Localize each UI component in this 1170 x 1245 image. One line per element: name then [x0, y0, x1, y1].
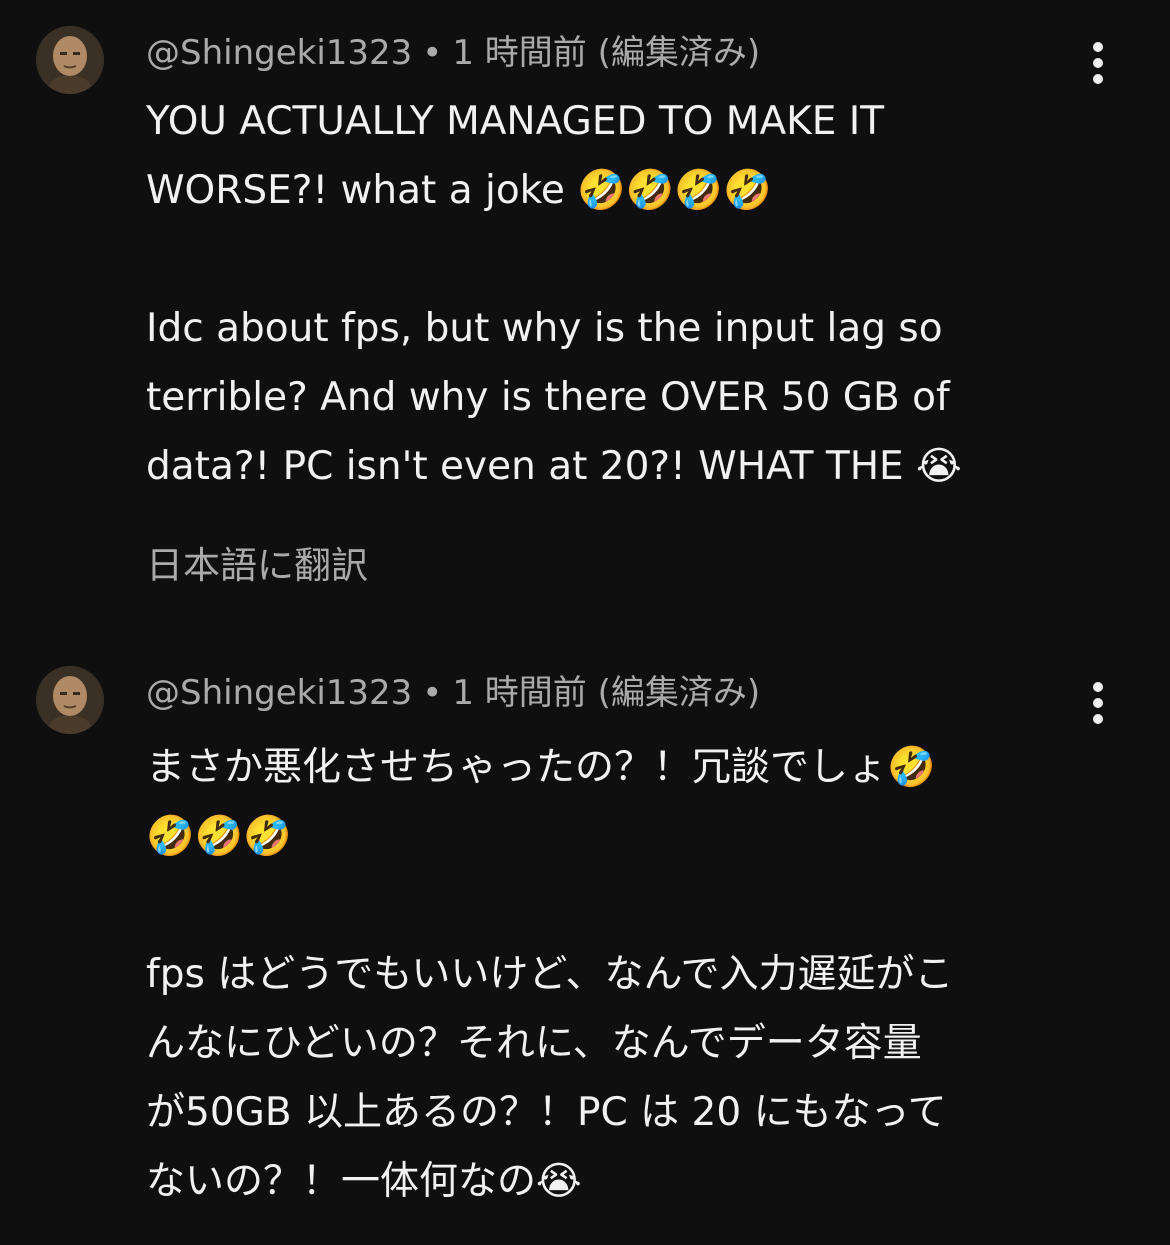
more-vert-icon[interactable] [1070, 676, 1126, 732]
comment-line: terrible? And why is there OVER 50 GB of [146, 375, 950, 420]
comment-text: YOU ACTUALLY MANAGED TO MAKE IT WORSE?! … [146, 87, 1106, 501]
translate-link[interactable]: 日本語に翻訳 [146, 536, 368, 596]
comment-line: YOU ACTUALLY MANAGED TO MAKE IT [146, 99, 885, 144]
meta-separator: • [422, 33, 443, 73]
author-handle[interactable]: @Shingeki1323 [146, 673, 412, 713]
comment-line: が50GB 以上あるの？！PC は 20 にもなって [146, 1090, 947, 1135]
comment-text: まさか悪化させちゃったの？！冗談でしょ🤣 🤣🤣🤣 fps はどうでもいいけど、な… [146, 733, 1106, 1216]
comment-line: ないの？！一体何なの😭 [146, 1159, 582, 1204]
comment-line: んなにひどいの？それに、なんでデータ容量 [146, 1021, 922, 1066]
edited-label: (編集済み) [597, 33, 761, 73]
comment-line: fps はどうでもいいけど、なんで入力遅延がこ [146, 952, 954, 997]
comment-line: まさか悪化させちゃったの？！冗談でしょ🤣 [146, 745, 936, 790]
comment-line: 🤣🤣🤣 [146, 814, 292, 859]
meta-separator: • [422, 673, 443, 713]
edited-label: (編集済み) [597, 673, 761, 713]
user-avatar[interactable] [36, 26, 104, 94]
comment-time: 1 時間前 [452, 33, 587, 73]
comment-line: data?! PC isn't even at 20?! WHAT THE 😭 [146, 444, 962, 489]
author-handle[interactable]: @Shingeki1323 [146, 33, 412, 73]
more-vert-icon[interactable] [1070, 36, 1126, 92]
comment-line: WORSE?! what a joke 🤣🤣🤣🤣 [146, 168, 772, 213]
comment-meta: @Shingeki1323 • 1 時間前 (編集済み) [146, 26, 760, 80]
comment-time: 1 時間前 [452, 673, 587, 713]
user-avatar[interactable] [36, 666, 104, 734]
comment-meta: @Shingeki1323 • 1 時間前 (編集済み) [146, 666, 760, 720]
comment-line: Idc about fps, but why is the input lag … [146, 306, 943, 351]
